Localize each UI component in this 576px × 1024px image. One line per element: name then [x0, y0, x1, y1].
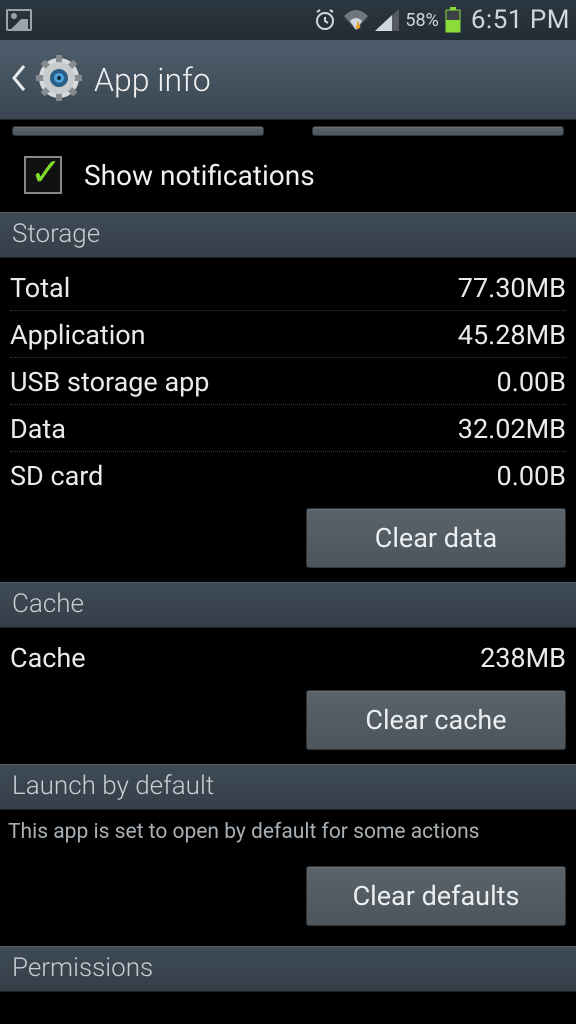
clear-cache-label: Clear cache: [365, 704, 506, 736]
gear-icon: [36, 55, 82, 105]
launch-header: Launch by default: [0, 764, 576, 810]
row-label: Data: [10, 413, 66, 445]
storage-header-label: Storage: [12, 219, 100, 249]
clear-defaults-button[interactable]: Clear defaults: [306, 866, 566, 926]
storage-row-data: Data 32.02MB: [10, 405, 566, 452]
storage-row-total: Total 77.30MB: [10, 264, 566, 311]
signal-icon: [375, 9, 399, 31]
row-label: USB storage app: [10, 366, 209, 398]
row-label: Total: [10, 272, 70, 304]
show-notifications-row[interactable]: ✓ Show notifications: [0, 144, 576, 212]
row-label: Application: [10, 319, 146, 351]
alarm-icon: [313, 8, 337, 32]
picture-icon: [6, 9, 32, 31]
clear-cache-button[interactable]: Clear cache: [306, 690, 566, 750]
row-value: 0.00B: [497, 366, 566, 398]
page-title: App info: [94, 61, 211, 99]
partial-button-left[interactable]: [12, 126, 264, 136]
row-value: 0.00B: [497, 460, 566, 492]
clear-data-button[interactable]: Clear data: [306, 508, 566, 568]
cache-header: Cache: [0, 582, 576, 628]
row-value: 32.02MB: [458, 413, 566, 445]
row-label: SD card: [10, 460, 103, 492]
clear-data-label: Clear data: [375, 522, 497, 554]
row-value: 77.30MB: [458, 272, 566, 304]
battery-percent: 58%: [405, 10, 438, 31]
permissions-header-label: Permissions: [12, 953, 153, 983]
storage-row-application: Application 45.28MB: [10, 311, 566, 358]
back-icon[interactable]: [10, 62, 30, 98]
title-bar[interactable]: App info: [0, 40, 576, 120]
partial-button-right[interactable]: [312, 126, 564, 136]
storage-row-usb: USB storage app 0.00B: [10, 358, 566, 405]
clear-defaults-label: Clear defaults: [353, 880, 520, 912]
storage-header: Storage: [0, 212, 576, 258]
status-bar: 58% 6:51 PM: [0, 0, 576, 40]
launch-info-text: This app is set to open by default for s…: [0, 810, 576, 856]
row-value: 238MB: [480, 642, 566, 674]
storage-rows: Total 77.30MB Application 45.28MB USB st…: [0, 258, 576, 498]
show-notifications-label: Show notifications: [84, 159, 315, 192]
clock-text: 6:51 PM: [471, 5, 570, 35]
cache-row: Cache 238MB: [10, 634, 566, 680]
permissions-header: Permissions: [0, 946, 576, 992]
row-value: 45.28MB: [458, 319, 566, 351]
checkmark-icon: ✓: [30, 154, 62, 192]
battery-icon: [445, 7, 461, 33]
cache-header-label: Cache: [12, 589, 84, 619]
cache-rows: Cache 238MB: [0, 628, 576, 680]
launch-header-label: Launch by default: [12, 771, 214, 801]
wifi-icon: [343, 9, 369, 31]
row-label: Cache: [10, 642, 86, 674]
storage-row-sdcard: SD card 0.00B: [10, 452, 566, 498]
partial-buttons-row: [0, 126, 576, 136]
show-notifications-checkbox[interactable]: ✓: [24, 156, 62, 194]
